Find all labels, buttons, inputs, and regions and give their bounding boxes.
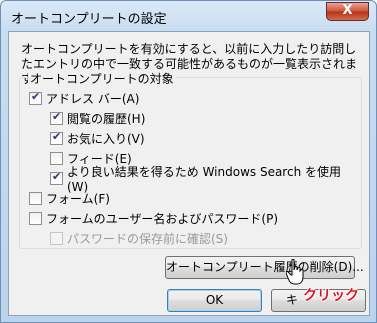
browsing-history-label: 閲覧の履歴(H): [67, 111, 146, 126]
hand-cursor-icon: [286, 259, 304, 285]
favorites-checkbox[interactable]: [50, 130, 63, 145]
forms-option[interactable]: フォーム(F): [29, 190, 110, 206]
title-bar[interactable]: オートコンプリートの設定 X: [1, 1, 376, 31]
ask-before-save-option: パスワードの保存前に確認(S): [50, 230, 228, 246]
form-credentials-label: フォームのユーザー名およびパスワード(P): [46, 211, 279, 226]
windows-search-label: より良い結果を得るため Windows Search を使用(W): [67, 164, 341, 194]
favorites-label: お気に入り(V): [67, 131, 145, 146]
address-bar-label: アドレス バー(A): [46, 91, 140, 106]
form-credentials-checkbox[interactable]: [29, 211, 42, 225]
dialog-title: オートコンプリートの設定: [11, 12, 167, 27]
close-button[interactable]: X: [326, 2, 369, 21]
browsing-history-option[interactable]: 閲覧の履歴(H): [50, 110, 145, 126]
forms-label: フォーム(F): [46, 191, 110, 206]
click-annotation: クリック: [303, 288, 359, 304]
group-title: オートコンプリートの対象: [28, 70, 176, 87]
delete-autocomplete-history-button[interactable]: オートコンプリート履歴の削除(D)...: [165, 256, 364, 279]
address-bar-checkbox[interactable]: [29, 90, 42, 105]
form-credentials-option[interactable]: フォームのユーザー名およびパスワード(P): [29, 210, 278, 226]
favorites-option[interactable]: お気に入り(V): [50, 130, 145, 146]
browsing-history-checkbox[interactable]: [50, 110, 63, 125]
forms-checkbox[interactable]: [29, 191, 42, 205]
autocomplete-settings-dialog: オートコンプリートの設定 X オートコンプリートを有効にすると、以前に入力したり…: [0, 0, 377, 323]
dialog-body: オートコンプリートを有効にすると、以前に入力したり訪問したエントリの中で一致する…: [8, 31, 370, 316]
feeds-checkbox[interactable]: [50, 151, 63, 165]
ask-before-save-label: パスワードの保存前に確認(S): [67, 231, 228, 246]
autocomplete-targets-group: オートコンプリートの対象 アドレス バー(A) 閲覧の履歴(H) お気に入り(V…: [19, 70, 362, 249]
ask-before-save-checkbox: [50, 231, 63, 245]
address-bar-option[interactable]: アドレス バー(A): [29, 90, 139, 106]
windows-search-checkbox[interactable]: [50, 170, 63, 185]
windows-search-option[interactable]: より良い結果を得るため Windows Search を使用(W): [50, 165, 361, 194]
ok-button[interactable]: OK: [167, 289, 262, 312]
